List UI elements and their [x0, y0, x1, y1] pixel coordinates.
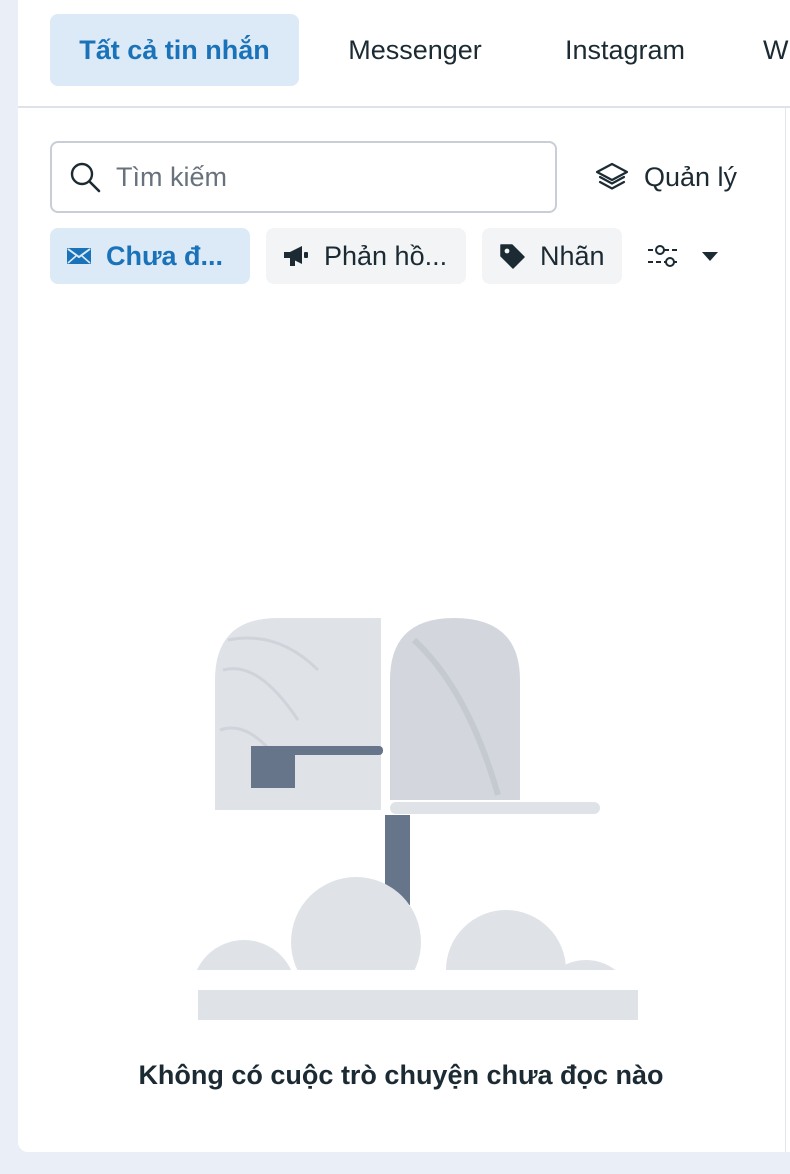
search-box[interactable]: [50, 141, 557, 213]
envelope-icon: [67, 248, 91, 264]
tab-messenger[interactable]: Messenger: [330, 14, 500, 86]
tab-label: Instagram: [564, 34, 686, 65]
filter-responses-chip[interactable]: Phản hồ...: [266, 228, 466, 284]
layers-icon: [595, 162, 629, 190]
tab-instagram[interactable]: Instagram: [550, 14, 700, 86]
panel-divider: [785, 108, 786, 1152]
filter-label: Chưa đ...: [106, 240, 224, 271]
caret-down-icon: [702, 252, 718, 261]
inbox-panel: Tất cả tin nhắn Messenger Instagram W Qu…: [18, 0, 790, 1152]
filter-label: Phản hồ...: [324, 240, 448, 271]
filter-unread-chip[interactable]: Chưa đ...: [50, 228, 250, 284]
search-input[interactable]: [114, 160, 518, 194]
tab-label: W: [763, 34, 789, 65]
sliders-icon: [648, 245, 680, 267]
megaphone-icon: [284, 246, 308, 266]
filter-labels-chip[interactable]: Nhãn: [482, 228, 622, 284]
tab-whatsapp[interactable]: W: [763, 14, 790, 86]
tag-icon: [500, 244, 525, 269]
tab-label: Tất cả tin nhắn: [79, 34, 270, 65]
empty-state-message: Không có cuộc trò chuyện chưa đọc nào: [138, 1060, 664, 1090]
manage-label: Quản lý: [644, 161, 738, 192]
manage-button[interactable]: Quản lý: [594, 150, 737, 204]
search-icon: [70, 162, 101, 193]
mailbox-illustration: [188, 618, 638, 1030]
more-filters-button[interactable]: [646, 236, 720, 276]
tabs-divider: [18, 106, 790, 108]
filter-label: Nhãn: [540, 240, 605, 271]
tab-all-messages[interactable]: Tất cả tin nhắn: [50, 14, 299, 86]
tab-label: Messenger: [348, 34, 482, 65]
